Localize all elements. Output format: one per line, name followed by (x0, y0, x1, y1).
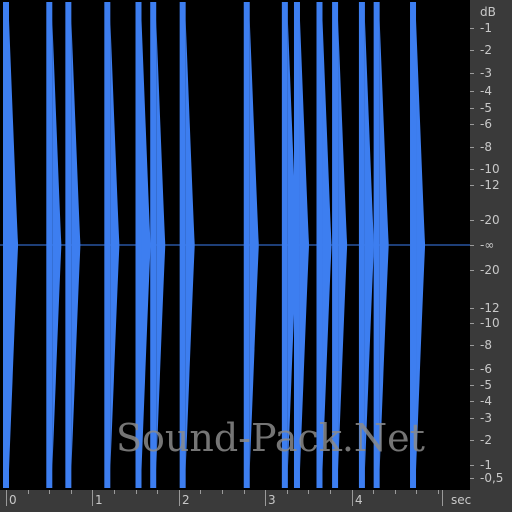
db-unit-label: dB (480, 5, 496, 19)
db-label-lower: -10 (480, 316, 500, 330)
db-label-lower: -4 (480, 394, 492, 408)
db-label-lower: -6 (480, 362, 492, 376)
db-label-upper: -1 (480, 21, 492, 35)
time-label: 1 (95, 493, 103, 507)
db-label-upper: -3 (480, 66, 492, 80)
db-label-upper: -20 (480, 213, 500, 227)
time-minor-tick (373, 490, 374, 494)
transient-0 (3, 2, 18, 488)
time-minor-tick (265, 490, 266, 494)
db-label-lower: -1 (480, 458, 492, 472)
db-label-upper: -4 (480, 84, 492, 98)
db-tick (470, 50, 474, 51)
db-label-lower: -5 (480, 378, 492, 392)
db-label-upper: -2 (480, 43, 492, 57)
db-tick (470, 308, 474, 309)
time-unit-label: sec (451, 493, 472, 507)
db-tick (470, 385, 474, 386)
db-tick (470, 220, 474, 221)
db-tick (470, 108, 474, 109)
time-label: 0 (9, 493, 17, 507)
db-tick (470, 28, 474, 29)
time-minor-tick (157, 490, 158, 494)
time-minor-tick (92, 490, 93, 494)
transient-2 (65, 2, 81, 488)
db-tick (470, 440, 474, 441)
db-label-lower: -20 (480, 263, 500, 277)
db-tick (470, 73, 474, 74)
time-label: 2 (182, 493, 190, 507)
time-minor-tick (136, 490, 137, 494)
time-minor-tick (352, 490, 353, 494)
db-label-upper: -12 (480, 178, 500, 192)
time-minor-tick (438, 490, 439, 494)
db-tick (470, 323, 474, 324)
db-tick (470, 270, 474, 271)
db-tick (470, 418, 474, 419)
time-minor-tick (179, 490, 180, 494)
time-label: 4 (355, 493, 363, 507)
db-label-lower: -3 (480, 411, 492, 425)
time-minor-tick (222, 490, 223, 494)
db-tick (470, 369, 474, 370)
time-minor-tick (6, 490, 7, 494)
db-tick (470, 478, 474, 479)
db-tick (470, 245, 474, 246)
time-minor-tick (395, 490, 396, 494)
db-tick (470, 465, 474, 466)
db-tick (470, 185, 474, 186)
time-minor-tick (287, 490, 288, 494)
time-label: 3 (268, 493, 276, 507)
time-minor-tick (308, 490, 309, 494)
time-minor-tick (49, 490, 50, 494)
time-minor-tick (330, 490, 331, 494)
db-label-center: -∞ (480, 238, 495, 252)
time-minor-tick (244, 490, 245, 494)
db-label-upper: -6 (480, 117, 492, 131)
time-minor-tick (28, 490, 29, 494)
db-tick (470, 124, 474, 125)
time-minor-tick (71, 490, 72, 494)
time-tick (442, 490, 443, 506)
watermark-text: Sound-Pack.Net (116, 416, 425, 460)
db-label-upper: -5 (480, 101, 492, 115)
time-ruler (0, 490, 512, 512)
db-tick (470, 401, 474, 402)
time-minor-tick (416, 490, 417, 494)
transient-1 (46, 2, 62, 488)
time-minor-tick (200, 490, 201, 494)
db-tick (470, 345, 474, 346)
db-tick (470, 91, 474, 92)
db-label-lower: -8 (480, 338, 492, 352)
db-label-lower: -2 (480, 433, 492, 447)
time-minor-tick (114, 490, 115, 494)
db-label-upper: -8 (480, 140, 492, 154)
db-tick (470, 169, 474, 170)
db-label-lower: -0,5 (480, 471, 504, 485)
db-tick (470, 147, 474, 148)
db-label-lower: -12 (480, 301, 500, 315)
db-label-upper: -10 (480, 162, 500, 176)
